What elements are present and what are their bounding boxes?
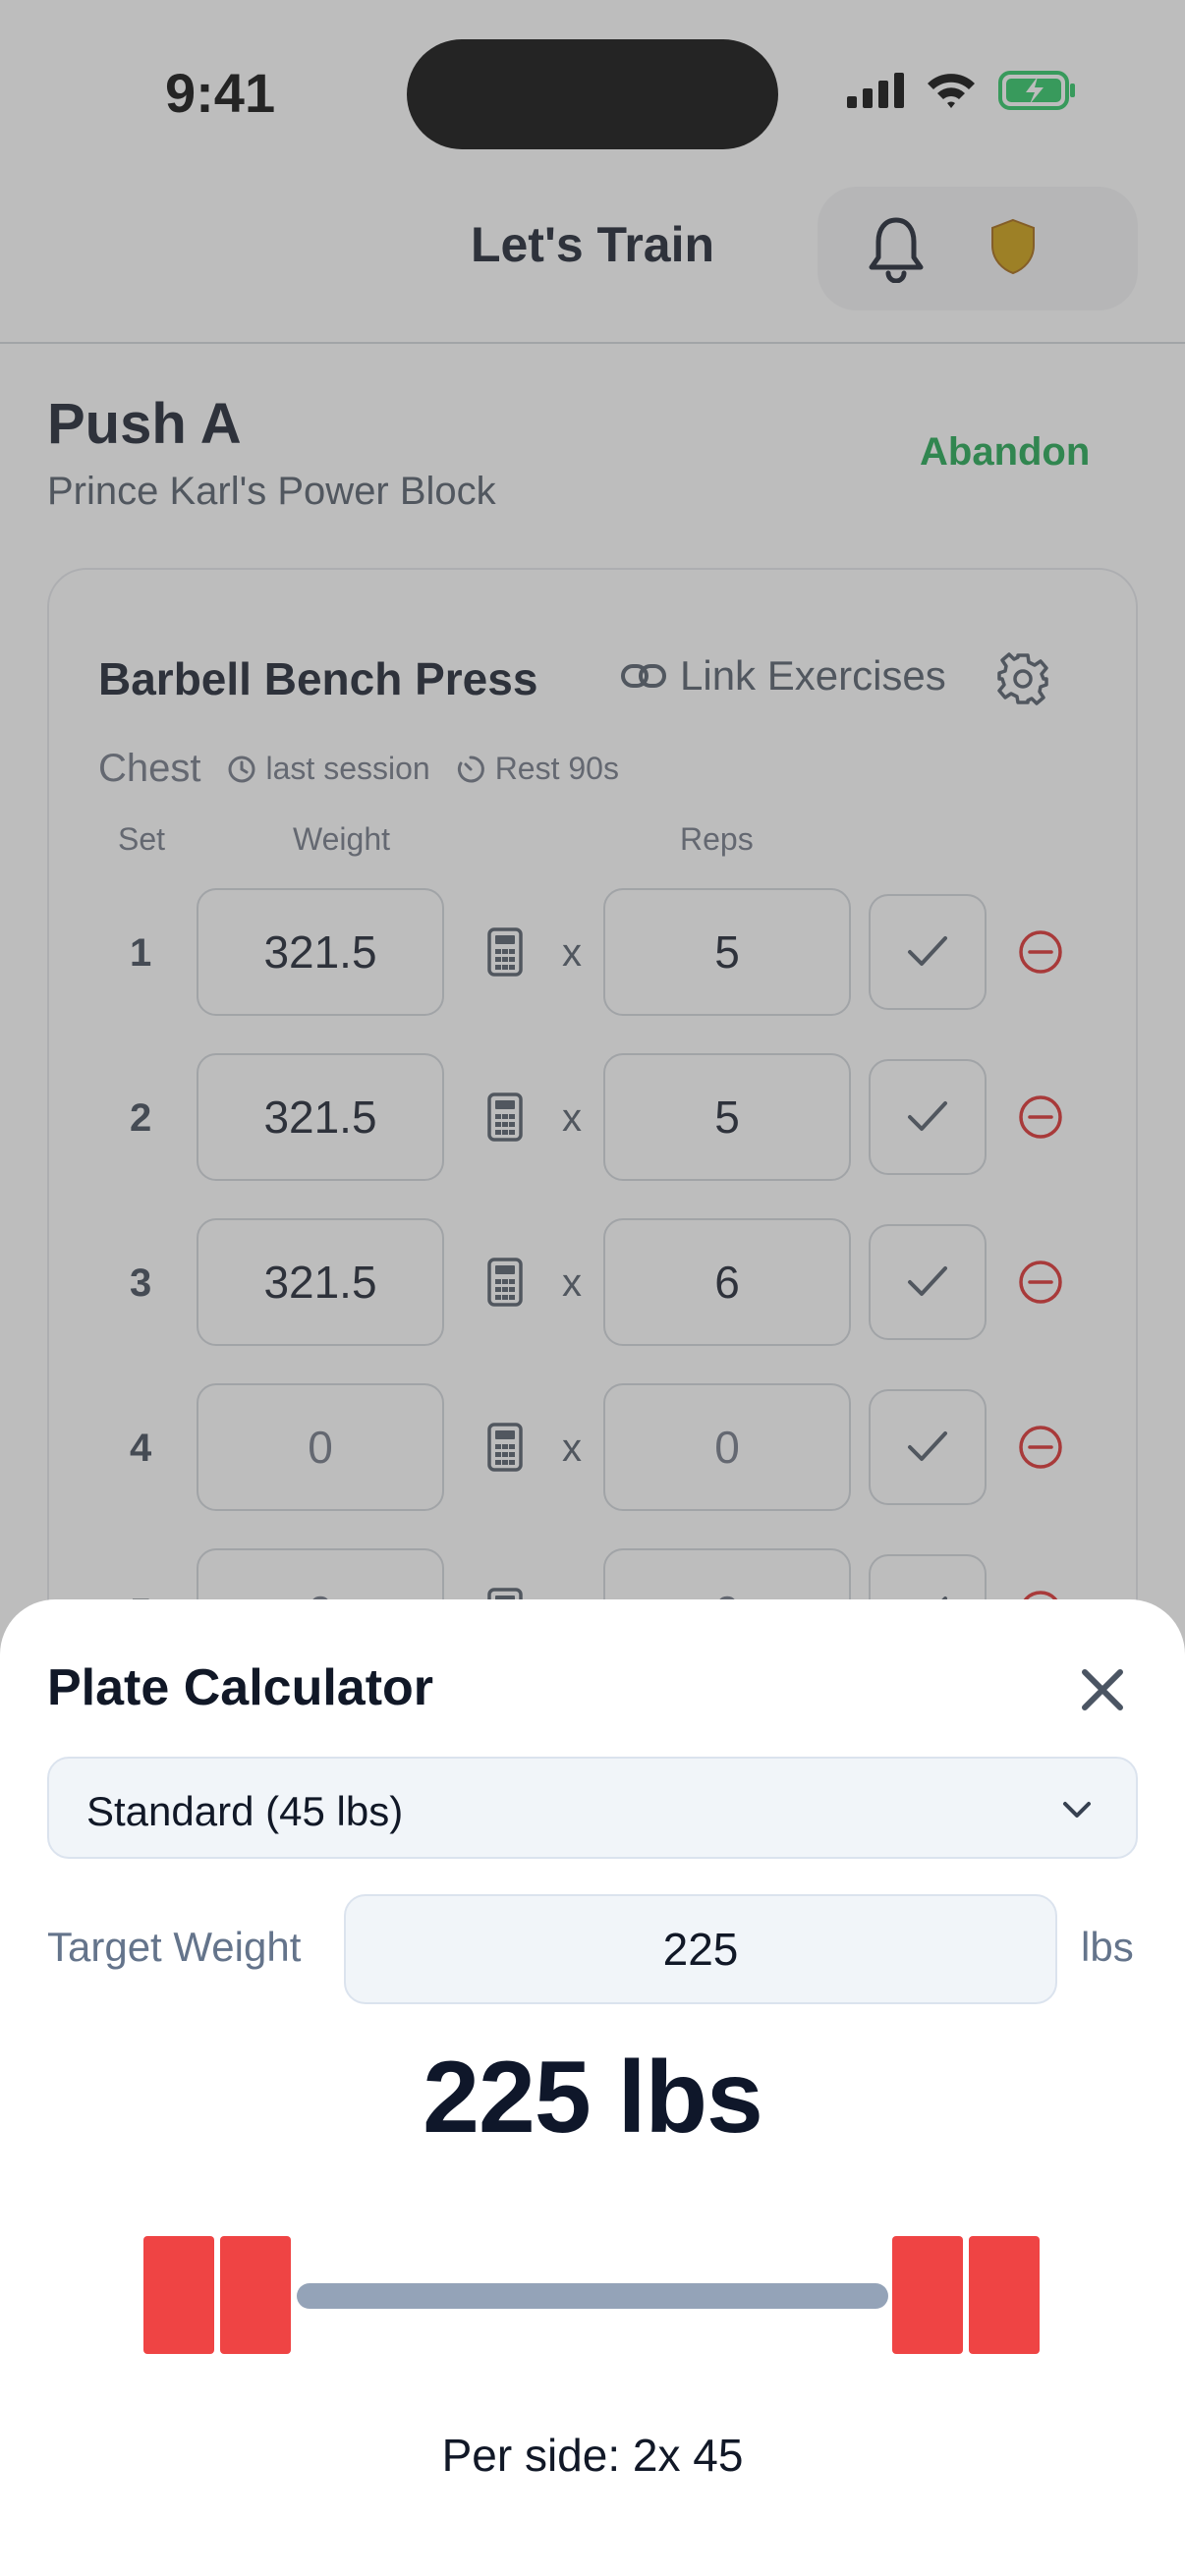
plate-left-outer xyxy=(143,2236,214,2354)
barbell-bar xyxy=(297,2283,888,2309)
plate-right-inner xyxy=(892,2236,963,2354)
plate-left-inner xyxy=(220,2236,291,2354)
plate-calculator-sheet: Plate Calculator Standard (45 lbs) Targe… xyxy=(0,1599,1185,2576)
plate-right-outer xyxy=(969,2236,1040,2354)
workout-screen: 9:41 Let's Train Push A Prince Karl's Po… xyxy=(0,0,1185,2576)
per-side-summary: Per side: 2x 45 xyxy=(441,2430,744,2481)
